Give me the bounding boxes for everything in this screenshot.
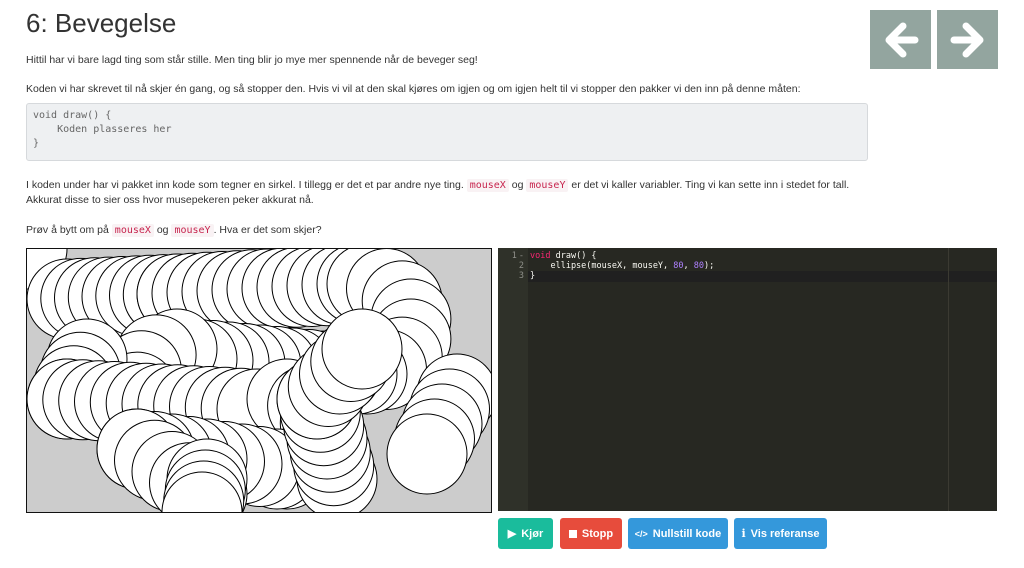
code-line-2: ellipse(mouseX, mouseY, 80, 80); <box>530 261 715 271</box>
play-icon: ▶ <box>507 528 517 540</box>
active-line-highlight <box>528 271 997 282</box>
next-page-button[interactable] <box>937 10 998 69</box>
line-number: 1- <box>511 251 524 261</box>
try-text-1: Prøv å bytt om på <box>26 224 109 236</box>
loop-paragraph: Koden vi har skrevet til nå skjer én gan… <box>26 83 801 95</box>
print-margin <box>948 248 949 511</box>
reset-code-button[interactable]: </> Nullstill kode <box>628 518 728 549</box>
line-number: 2 <box>518 261 524 271</box>
try-text-2: . Hva er det som skjer? <box>213 224 322 236</box>
stop-icon <box>568 529 577 538</box>
stop-label: Stopp <box>581 527 614 540</box>
editor-gutter <box>498 248 528 511</box>
arrow-right-icon <box>950 22 983 57</box>
code-line-1: void draw() { <box>530 251 597 261</box>
try-paragraph: Prøv å bytt om på mouseX og mouseY. Hva … <box>26 223 322 238</box>
sketch-canvas[interactable] <box>26 248 492 513</box>
reset-label: Nullstill kode <box>652 527 722 540</box>
show-reference-button[interactable]: i Vis referanse <box>734 518 827 549</box>
run-button[interactable]: ▶ Kjør <box>498 518 553 549</box>
inline-code-mousex: mouseX <box>466 179 509 192</box>
drawn-circle <box>386 413 468 495</box>
variables-paragraph: I koden under har vi pakket inn kode som… <box>26 178 866 208</box>
variables-text-1: I koden under har vi pakket inn kode som… <box>26 179 464 191</box>
arrow-left-icon <box>885 22 918 57</box>
reference-label: Vis referanse <box>750 527 820 540</box>
intro-paragraph: Hittil har vi bare lagd ting som står st… <box>26 54 478 66</box>
code-editor[interactable]: 1- 2 3 void draw() { ellipse(mouseX, mou… <box>498 248 997 511</box>
inline-code-mousey: mouseY <box>171 224 214 237</box>
code-icon: </> <box>634 528 648 539</box>
variables-text-og: og <box>511 179 524 191</box>
page-title: 6: Bevegelse <box>26 8 177 38</box>
inline-code-mousey: mouseY <box>526 179 569 192</box>
stop-button[interactable]: Stopp <box>560 518 622 549</box>
code-line-3: } <box>530 271 536 281</box>
try-text-og: og <box>156 224 169 236</box>
info-icon: i <box>741 527 746 540</box>
drawn-circle <box>321 308 403 390</box>
line-number: 3 <box>518 271 524 281</box>
run-label: Kjør <box>521 527 544 540</box>
previous-page-button[interactable] <box>870 10 931 69</box>
sketch-drawing <box>27 249 491 512</box>
code-example: void draw() { Koden plasseres her } <box>26 103 868 161</box>
inline-code-mousex: mouseX <box>111 224 154 237</box>
